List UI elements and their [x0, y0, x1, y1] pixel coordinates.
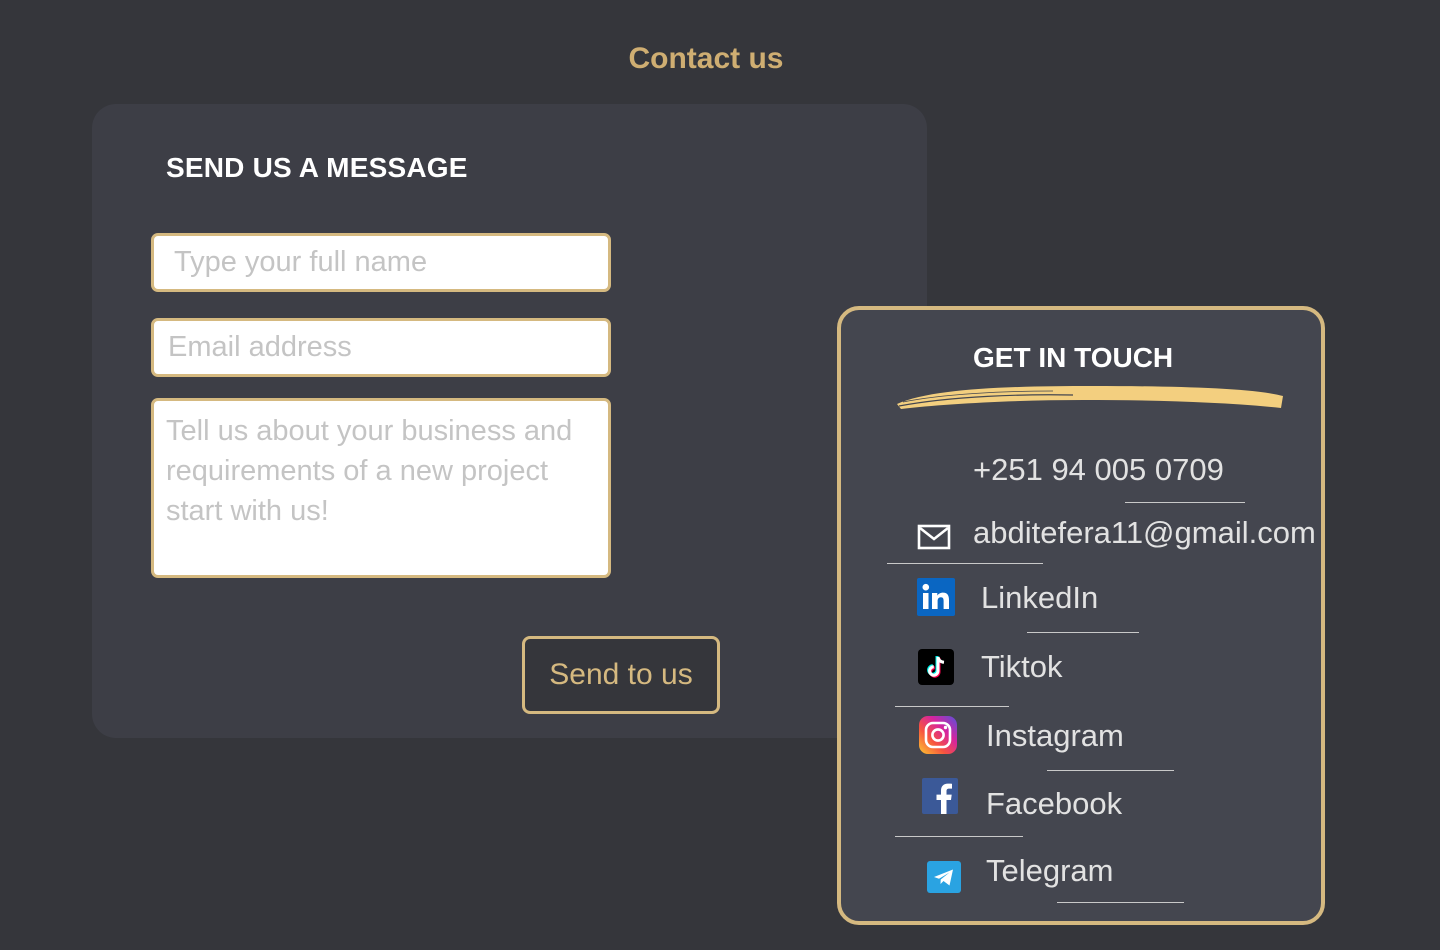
facebook-icon [921, 777, 959, 815]
email-underline [887, 563, 1043, 564]
send-button[interactable]: Send to us [522, 636, 720, 714]
full-name-input[interactable] [151, 233, 611, 292]
instagram-icon [919, 716, 957, 754]
tiktok-label: Tiktok [981, 649, 1063, 684]
brush-stroke-decoration [897, 386, 1283, 409]
instagram-label: Instagram [986, 718, 1124, 753]
message-form-card: SEND US A MESSAGE Send to us [92, 104, 927, 738]
telegram-icon [925, 858, 963, 896]
email-input[interactable] [151, 318, 611, 377]
linkedin-underline [1027, 632, 1139, 633]
phone-underline [1125, 502, 1245, 503]
phone-number: +251 94 005 0709 [973, 452, 1224, 487]
telegram-label: Telegram [986, 853, 1114, 888]
email-address: abditefera11@gmail.com [973, 515, 1316, 550]
telegram-underline [1057, 902, 1184, 903]
contact-page: Contact us SEND US A MESSAGE Send to us … [0, 0, 1440, 950]
form-heading: SEND US A MESSAGE [166, 152, 468, 183]
instagram-underline [1047, 770, 1174, 771]
contact-heading: GET IN TOUCH [973, 342, 1174, 373]
page-title: Contact us [628, 42, 784, 75]
facebook-underline [895, 836, 1023, 837]
get-in-touch-card: GET IN TOUCH +251 94 005 0709 abditefera… [837, 306, 1325, 925]
linkedin-icon [917, 578, 955, 616]
tiktok-underline [895, 706, 1009, 707]
mail-icon [915, 518, 953, 556]
linkedin-label: LinkedIn [981, 580, 1099, 615]
message-textarea[interactable] [151, 398, 611, 578]
facebook-label: Facebook [986, 786, 1123, 821]
tiktok-icon [917, 648, 955, 686]
